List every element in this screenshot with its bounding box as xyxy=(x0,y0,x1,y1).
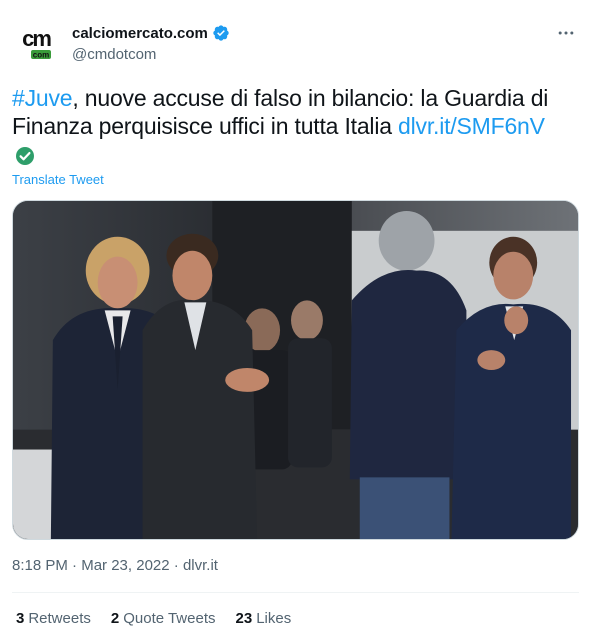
tweet-meta: 8:18 PM · Mar 23, 2022 · dlvr.it xyxy=(12,557,218,574)
svg-text:cm: cm xyxy=(22,26,51,51)
hashtag-link[interactable]: #Juve xyxy=(12,85,73,111)
handle[interactable]: @cmdotcom xyxy=(72,46,230,63)
meta-separator: · xyxy=(72,557,78,574)
tweet-time[interactable]: 8:18 PM xyxy=(12,557,68,574)
tweet-stats: 3 Retweets 2 Quote Tweets 23 Likes xyxy=(16,610,291,627)
more-options-icon[interactable] xyxy=(555,22,577,44)
meta-separator: · xyxy=(173,557,179,574)
likes-count[interactable]: 23 Likes xyxy=(236,610,292,627)
display-name[interactable]: calciomercato.com xyxy=(72,25,208,42)
translate-tweet-link[interactable]: Translate Tweet xyxy=(12,172,104,187)
tweet-source[interactable]: dlvr.it xyxy=(183,557,218,574)
quote-tweets-count[interactable]: 2 Quote Tweets xyxy=(111,610,216,627)
avatar[interactable]: cm com xyxy=(12,19,60,67)
photo-image xyxy=(13,201,578,539)
tweet-header: cm com calciomercato.com @cmdotcom xyxy=(12,16,579,68)
tweet-date[interactable]: Mar 23, 2022 xyxy=(81,557,169,574)
verified-badge-icon xyxy=(213,25,229,41)
tweet-text: #Juve, nuove accuse di falso in bilancio… xyxy=(12,84,579,140)
cm-logo-icon: cm com xyxy=(12,19,60,67)
svg-text:com: com xyxy=(33,51,49,60)
divider xyxy=(12,592,579,593)
tweet-photo[interactable] xyxy=(12,200,579,540)
check-mark-button-icon xyxy=(16,147,34,165)
author-names: calciomercato.com @cmdotcom xyxy=(72,23,230,63)
retweets-count[interactable]: 3 Retweets xyxy=(16,610,91,627)
tweet-link[interactable]: dlvr.it/SMF6nV xyxy=(398,113,545,139)
